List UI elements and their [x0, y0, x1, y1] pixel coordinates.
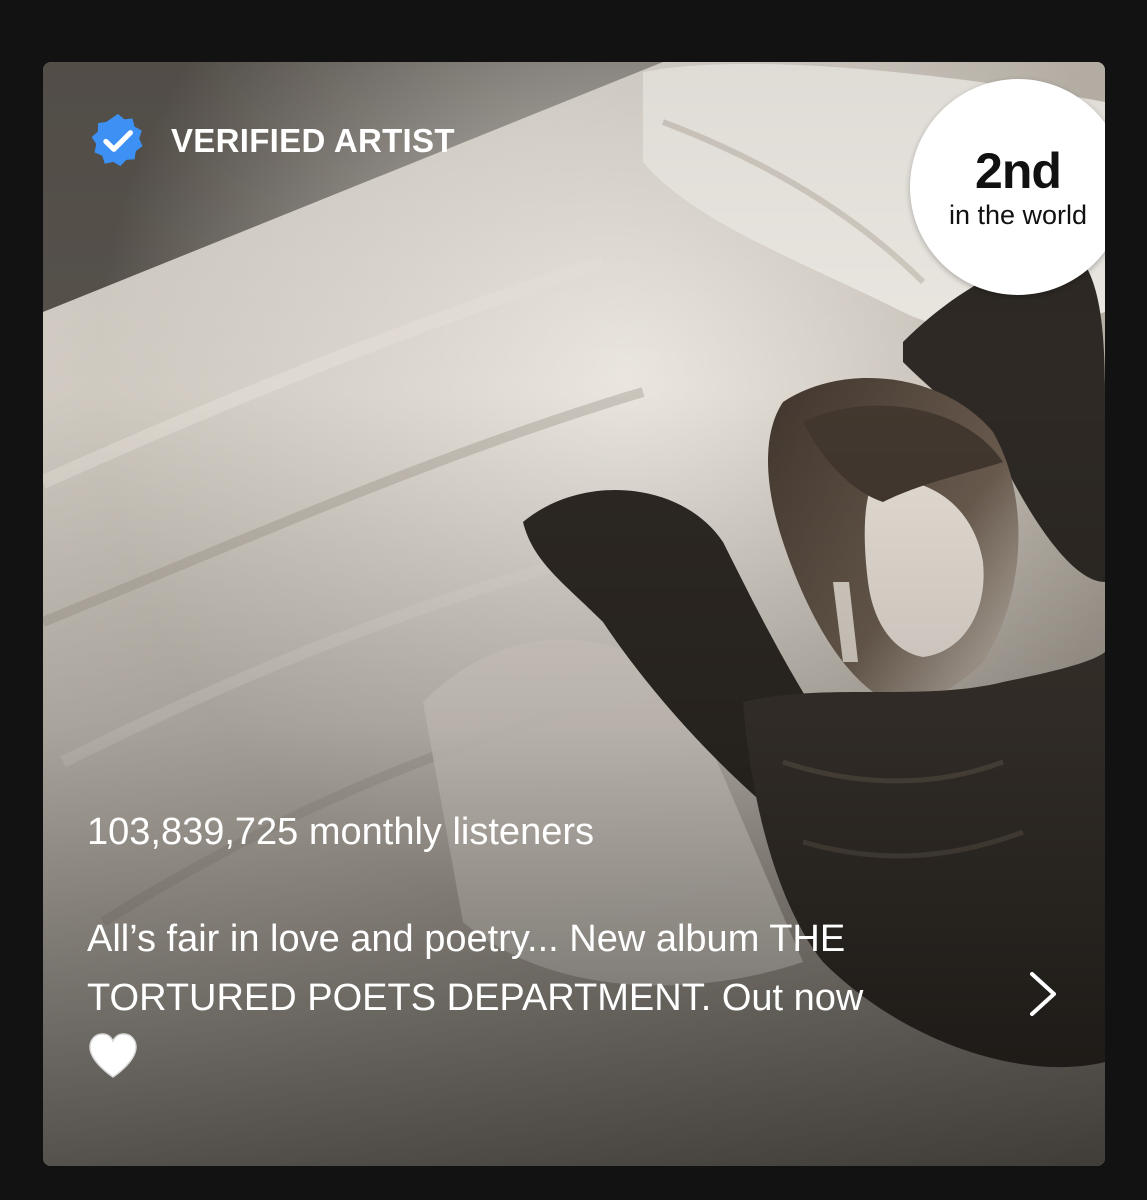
- world-rank-subtitle: in the world: [948, 199, 1088, 230]
- artist-bio: All’s fair in love and poetry... New alb…: [87, 910, 1007, 1080]
- monthly-listeners: 103,839,725 monthly listeners: [87, 811, 594, 853]
- verified-artist-label: VERIFIED ARTIST: [171, 122, 455, 159]
- chevron-right-icon[interactable]: [1021, 966, 1067, 1022]
- artist-bio-line-2: TORTURED POETS DEPARTMENT. Out now: [87, 977, 864, 1019]
- artist-about-card[interactable]: VERIFIED ARTIST 2nd in the world 103,839…: [43, 62, 1105, 1166]
- artist-bio-line-1: All’s fair in love and poetry... New alb…: [87, 918, 846, 960]
- verified-artist-row: VERIFIED ARTIST: [87, 110, 455, 172]
- world-rank-value: 2nd: [975, 142, 1062, 199]
- white-heart-icon: [87, 1032, 1007, 1080]
- verified-badge-icon: [91, 113, 143, 167]
